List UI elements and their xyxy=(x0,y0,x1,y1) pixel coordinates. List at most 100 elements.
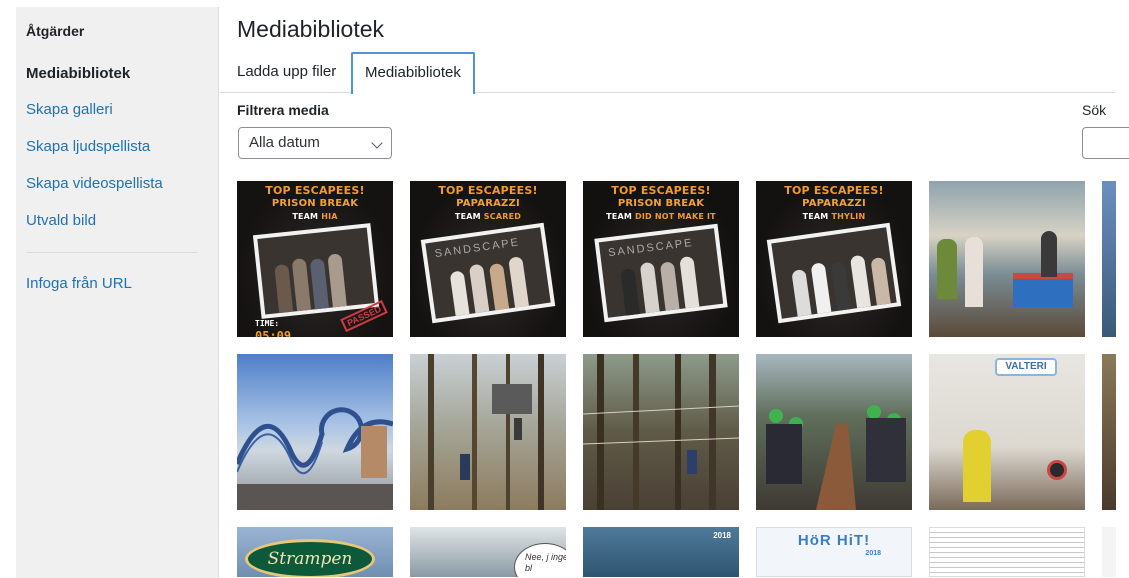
page-title: Mediabibliotek xyxy=(237,16,385,42)
sidebar-item-create-video-playlist[interactable]: Skapa videospellista xyxy=(26,175,163,192)
sidebar-item-create-audio-playlist[interactable]: Skapa ljudspellista xyxy=(26,138,150,155)
sidebar-item-media-library[interactable]: Mediabibliotek xyxy=(26,65,130,82)
tab-upload-files[interactable]: Ladda upp filer xyxy=(225,52,348,93)
attachment-thumb[interactable]: TOP ESCAPEES! PAPARAZZI TEAM THYLIN xyxy=(756,181,912,337)
attachment-thumb[interactable] xyxy=(756,354,912,510)
person-figure xyxy=(488,262,510,311)
group-photo: SANDSCAPE xyxy=(594,223,728,323)
person-figure xyxy=(937,239,957,299)
poster-team: TEAM THYLIN xyxy=(756,210,912,223)
person-figure xyxy=(449,270,470,316)
poster-caption: TOP ESCAPEES! PRISON BREAK TEAM DID NOT … xyxy=(583,184,739,223)
search-input[interactable] xyxy=(1082,127,1129,159)
poster-heading: TOP ESCAPEES! xyxy=(265,184,365,197)
search-label: Sök xyxy=(1082,102,1107,118)
person-figure xyxy=(870,256,891,306)
poster-caption: TOP ESCAPEES! PAPARAZZI TEAM SCARED xyxy=(410,184,566,223)
tab-media-library[interactable]: Mediabibliotek xyxy=(351,52,475,94)
person-figure xyxy=(274,263,294,314)
person-figure xyxy=(810,262,832,314)
timer-label: TIME: xyxy=(255,319,280,328)
attachment-thumb[interactable]: Nee, j ingen bl xyxy=(410,527,566,577)
sandscape-logo: SANDSCAPE xyxy=(607,236,695,260)
person-figure xyxy=(1041,231,1057,277)
attachment-thumb[interactable]: VALTERI xyxy=(929,354,1085,510)
attachment-thumb[interactable]: 2018 xyxy=(583,527,739,577)
attachment-thumb-partial[interactable] xyxy=(1102,181,1116,337)
group-photo xyxy=(252,223,380,319)
person-figure xyxy=(291,258,312,312)
person-figure xyxy=(659,261,680,311)
year-label: 2018 xyxy=(865,550,881,557)
poster-room: PAPARAZZI xyxy=(456,198,520,209)
poster-heading: TOP ESCAPEES! xyxy=(438,184,538,197)
attachment-thumb-partial[interactable] xyxy=(1102,527,1116,577)
poster-team-name: SCARED xyxy=(483,212,522,221)
person-figure xyxy=(679,255,700,309)
date-filter-select[interactable]: Alla datum xyxy=(238,127,392,159)
attachment-thumb[interactable]: TOP ESCAPEES! PRISON BREAK TEAM HIA TIME… xyxy=(237,181,393,337)
sidebar-item-create-gallery[interactable]: Skapa galleri xyxy=(26,101,113,118)
attachment-thumb[interactable] xyxy=(583,354,739,510)
person-figure xyxy=(468,263,490,314)
actions-sidebar: Åtgärder Mediabibliotek Skapa galleri Sk… xyxy=(16,7,219,578)
strampen-sign: Strampen xyxy=(245,539,375,577)
poster-team-name: THYLIN xyxy=(831,212,866,221)
router-tabs: Ladda upp filer Mediabibliotek xyxy=(220,52,1115,94)
poster-room: PRISON BREAK xyxy=(617,198,705,209)
air-hockey-table xyxy=(1013,273,1073,307)
sidebar-divider xyxy=(26,252,198,253)
attachment-thumb[interactable]: HöR HiT! 2018 xyxy=(756,527,912,577)
comic-speech-bubble: Nee, j ingen bl xyxy=(514,543,566,577)
date-filter-value: Alla datum xyxy=(249,134,320,151)
person-figure xyxy=(639,261,660,314)
poster-caption: TOP ESCAPEES! PRISON BREAK TEAM HIA xyxy=(237,184,393,223)
group-photo: SANDSCAPE xyxy=(420,222,556,324)
poster-team-prefix: TEAM xyxy=(292,212,319,221)
group-photo xyxy=(766,222,902,324)
attachment-thumb[interactable] xyxy=(929,181,1085,337)
media-modal: Åtgärder Mediabibliotek Skapa galleri Sk… xyxy=(0,0,1129,578)
forest-illustration xyxy=(428,354,544,510)
poster-team: TEAM DID NOT MAKE IT xyxy=(583,210,739,223)
poster-team-prefix: TEAM xyxy=(606,212,633,221)
adventure-park-illustration xyxy=(583,354,739,510)
poster-room: PAPARAZZI xyxy=(802,198,866,209)
attachment-thumb-document[interactable] xyxy=(929,527,1085,577)
person-figure xyxy=(508,256,529,308)
attachment-thumb-partial[interactable] xyxy=(1102,354,1116,510)
attachment-thumb[interactable]: TOP ESCAPEES! PRISON BREAK TEAM DID NOT … xyxy=(583,181,739,337)
sidebar-item-featured-image[interactable]: Utvald bild xyxy=(26,212,96,229)
dartboard xyxy=(1047,460,1067,480)
person-figure xyxy=(620,268,640,316)
sidebar-heading: Åtgärder xyxy=(26,23,85,39)
poster-heading: TOP ESCAPEES! xyxy=(784,184,884,197)
attachment-thumb[interactable]: Strampen xyxy=(237,527,393,577)
poster-caption: TOP ESCAPEES! PAPARAZZI TEAM THYLIN xyxy=(756,184,912,223)
person-figure xyxy=(965,237,983,307)
attachment-thumb[interactable]: TOP ESCAPEES! PAPARAZZI TEAM SCARED SAND… xyxy=(410,181,566,337)
chevron-down-icon xyxy=(371,137,383,149)
person-figure xyxy=(791,268,812,317)
sandscape-logo: SANDSCAPE xyxy=(434,236,521,261)
filter-media-label: Filtrera media xyxy=(237,102,329,118)
poster-team: TEAM SCARED xyxy=(410,210,566,223)
attachment-thumb[interactable] xyxy=(237,354,393,510)
main-panel: Mediabibliotek Ladda upp filer Mediabibl… xyxy=(220,7,1129,578)
presenter-figure xyxy=(963,430,991,502)
poster-heading: TOP ESCAPEES! xyxy=(611,184,711,197)
hor-hit-title: HöR HiT! xyxy=(797,532,871,549)
poster-room: PRISON BREAK xyxy=(271,198,359,209)
sidebar-item-insert-from-url[interactable]: Infoga från URL xyxy=(26,275,132,292)
poster-team-name: DID NOT MAKE IT xyxy=(635,212,716,221)
timer-value: 05:09 xyxy=(255,329,292,337)
rollercoaster-illustration xyxy=(237,407,393,510)
poster-team: TEAM HIA xyxy=(237,210,393,223)
person-figure xyxy=(849,254,871,309)
person-figure xyxy=(309,258,329,310)
person-figure xyxy=(327,253,347,308)
attachment-thumb[interactable] xyxy=(410,354,566,510)
valteri-banner: VALTERI xyxy=(995,358,1057,376)
poster-team-prefix: TEAM xyxy=(454,212,481,221)
year-label: 2018 xyxy=(713,531,731,540)
